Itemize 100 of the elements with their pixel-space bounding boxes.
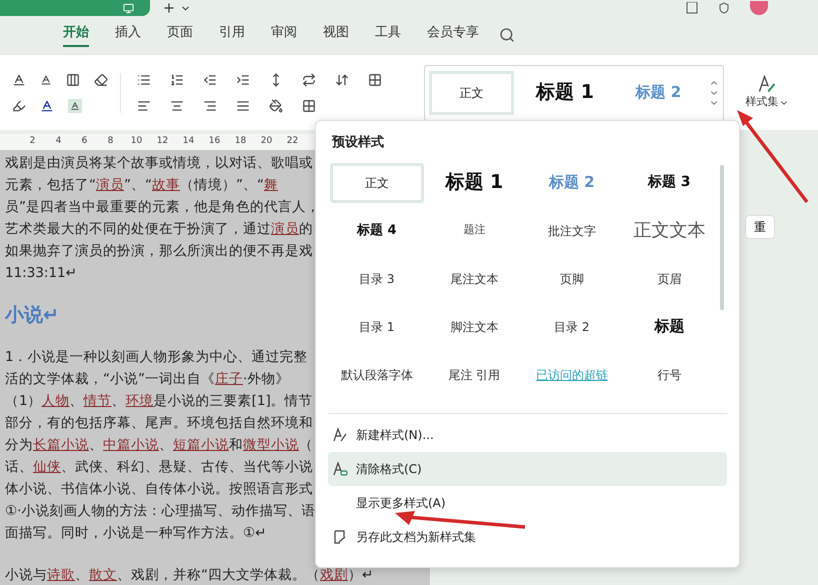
style-option[interactable]: 尾注 引用 [428,354,521,394]
hyperlink[interactable]: 故事 [152,174,180,196]
hyperlink[interactable]: 人物 [42,390,70,412]
search-icon[interactable] [499,27,515,43]
paragraph-text: 是小说的三要素[1]。情节 [154,392,313,411]
justify-icon[interactable] [236,98,250,112]
numbered-list-icon[interactable] [170,72,184,86]
style-option[interactable]: 标题 [622,306,716,346]
align-right-icon[interactable] [203,98,217,112]
ribbon-tab[interactable]: 页面 [167,23,193,47]
highlighter-icon[interactable] [12,98,26,112]
ribbon-tab[interactable]: 引用 [219,23,245,47]
hyperlink[interactable]: 演员 [96,174,124,196]
scrollbar[interactable] [720,164,724,310]
ribbon-tab[interactable]: 开始 [63,23,89,47]
font-color-icon[interactable] [40,98,54,112]
style-option[interactable]: 目录 1 [330,306,424,346]
paragraph-text: 元素，包括了“ [5,176,96,195]
char-shading-icon[interactable] [68,98,82,112]
style-option[interactable]: 目录 3 [330,258,424,298]
letter-brush-icon [757,74,777,94]
align-center-icon[interactable] [170,98,184,112]
eraser-icon[interactable] [94,72,108,86]
hyperlink[interactable]: 情节 [84,390,112,412]
style-option[interactable]: 批注文字 [525,210,618,250]
bullet-list-icon[interactable] [137,72,151,86]
ruler-number: 10 [130,135,143,148]
side-button[interactable]: 重 [745,215,775,239]
paragraph-text: 、 [75,566,89,585]
ribbon-tab[interactable]: 会员专享 [427,23,479,47]
hyperlink[interactable]: 仙侠 [33,456,61,478]
popup-title: 预设样式 [330,134,385,152]
menu-item[interactable]: 显示更多样式(A) [328,486,727,520]
paragraph-text: ）↵ [348,566,374,585]
page-icon[interactable] [686,2,698,14]
hyperlink[interactable]: 中篇小说 [103,434,159,456]
menu-item[interactable]: 另存此文档为新样式集 [328,520,727,554]
paragraph-text: 员”是四者当中最重要的元素，他是角色的代言人， [5,198,320,217]
hyperlink[interactable]: 诗歌 [47,564,75,585]
hyperlink[interactable]: 微型小说 [243,434,299,456]
ribbon-tab[interactable]: 插入 [115,23,141,47]
shield-icon[interactable] [718,2,730,14]
menu-item[interactable]: 新建样式(N)... [328,418,727,452]
style-option[interactable]: 目录 2 [525,306,618,346]
style-option[interactable]: 正文 [429,70,514,114]
ruler-number: 8 [106,135,114,148]
ruler-number: 22 [286,135,299,148]
style-option[interactable]: 行号 [622,354,716,394]
border-icon[interactable] [302,98,316,112]
style-option[interactable]: 页脚 [525,258,618,298]
style-option[interactable]: 默认段落字体 [330,354,424,394]
ruler-number: 6 [80,135,88,148]
sort-icon[interactable] [335,72,349,86]
style-option[interactable]: 尾注文本 [428,258,521,298]
ruler-number: 12 [156,135,169,148]
paragraph-text: ”、“ [124,176,152,195]
ribbon-tab[interactable]: 审阅 [271,23,297,47]
style-option[interactable]: 脚注文本 [428,306,521,346]
paint-bucket-icon[interactable] [269,98,283,112]
grid-icon[interactable] [368,72,382,86]
paragraph-text: 面描写。同时，小说是一种写作方法。①↵ [5,524,266,543]
paragraph-text: 、 [89,436,103,455]
style-option[interactable]: 正文文本 [622,210,716,250]
paragraph-text: 、 [70,392,84,411]
menu-item[interactable]: 清除格式(C) [328,452,727,486]
ribbon-tab[interactable]: 视图 [323,23,349,47]
style-option[interactable]: 标题 3 [622,162,716,202]
hyperlink[interactable]: 环境 [126,390,154,412]
align-left-icon[interactable] [137,98,151,112]
style-set-button[interactable]: 样式集 [732,74,802,111]
hyperlink[interactable]: 庄子 [215,368,243,390]
style-option[interactable]: 标题 1 [428,162,521,202]
hyperlink[interactable]: 演员 [271,218,299,240]
hyperlink[interactable]: 长篇小说 [33,434,89,456]
paragraph-text: 如果抛弃了演员的扮演，那么所演出的便不再是戏 [5,242,313,261]
paragraph-text: 的 [299,220,313,239]
indent-icon[interactable] [236,72,250,86]
ribbon-tab[interactable]: 工具 [375,23,401,47]
paragraph-text: 戏剧是由演员将某个故事或情境，以对话、歌唱或 [5,154,313,173]
hyperlink[interactable]: 短篇小说 [173,434,229,456]
outdent-icon[interactable] [203,72,217,86]
style-option[interactable]: 页眉 [622,258,716,298]
style-option[interactable]: 正文 [330,162,424,202]
pen-letter-icon [332,426,348,442]
style-option[interactable]: 标题 4 [330,210,424,250]
paragraph-text: （1） [5,392,42,411]
paragraph-text: 分为 [5,436,33,455]
style-option[interactable]: 标题 1 [522,70,608,114]
style-option[interactable]: 题注 [428,210,521,250]
hyperlink[interactable]: 散文 [89,564,117,585]
hyperlink[interactable]: 戏剧 [320,564,348,585]
new-tab-icon[interactable] [162,1,176,15]
paragraph-text: 体小说、书信体小说、自传体小说。按照语言形式 [5,480,313,499]
ruler-number: 16 [208,135,221,148]
ruler-number: 2 [28,135,36,148]
ruler-number: 4 [54,135,62,148]
paragraph-text: 小说与 [5,566,47,585]
avatar[interactable] [750,1,768,15]
document-pen-icon [332,528,348,544]
hyperlink[interactable]: 舞 [264,174,278,196]
